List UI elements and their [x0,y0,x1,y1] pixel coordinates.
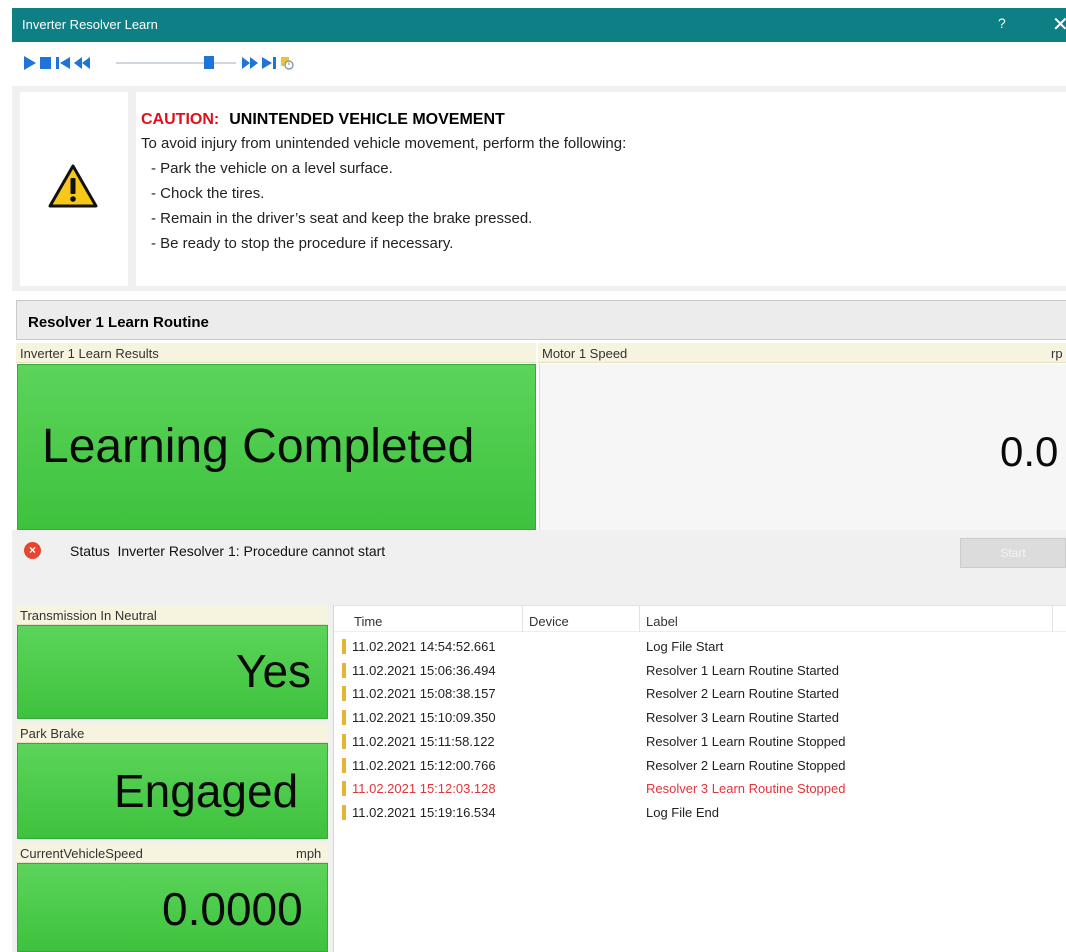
caution-prefix: CAUTION: [141,111,220,128]
log-time: 11.02.2021 15:08:38.157 [352,686,496,702]
motor-speed-value: 0.0 [1000,428,1059,475]
routine-title: Resolver 1 Learn Routine [16,300,1066,340]
log-flag-icon [342,662,346,678]
caution-item: Remain in the driver’s seat and keep the… [141,206,1066,231]
caution-text-box: CAUTION: UNINTENDED VEHICLE MOVEMENT To a… [136,92,1066,286]
error-icon: × [24,542,41,559]
log-flag-icon [342,686,346,702]
close-button[interactable]: ✕ [1052,12,1066,37]
playback-toolbar [12,42,1066,86]
log-time: 11.02.2021 15:12:00.766 [352,757,496,773]
motor-speed-panel: 0.0 [539,364,1066,530]
log-time: 11.02.2021 15:12:03.128 [352,781,496,797]
caution-panel: CAUTION: UNINTENDED VEHICLE MOVEMENT To a… [12,86,1066,291]
skip-forward-icon[interactable] [262,56,276,70]
column-device[interactable]: Device [529,614,569,629]
caution-title: UNINTENDED VEHICLE MOVEMENT [229,111,505,128]
status-message: Inverter Resolver 1: Procedure cannot st… [117,543,386,559]
column-time[interactable]: Time [354,614,382,629]
log-flag-icon [342,757,346,773]
inverter-results-label: Inverter 1 Learn Results [16,343,536,363]
column-label[interactable]: Label [646,614,678,629]
table-row[interactable]: 11.02.2021 14:54:52.661 Log File Start [334,637,1066,660]
log-label: Resolver 3 Learn Routine Stopped [646,781,846,797]
log-flag-icon [342,639,346,654]
vehicle-speed-panel: 0.0000 [17,863,328,952]
log-time: 11.02.2021 15:11:58.122 [352,733,495,749]
transmission-label: Transmission In Neutral [16,605,328,625]
caution-list: Park the vehicle on a level surface. Cho… [141,156,1066,256]
caution-item: Be ready to stop the procedure if necess… [141,231,1066,256]
help-button[interactable]: ? [998,15,1006,31]
table-row[interactable]: 11.02.2021 15:06:36.494 Resolver 1 Learn … [334,661,1066,684]
title-bar: Inverter Resolver Learn ? ✕ [12,8,1066,42]
vehicle-speed-unit: mph [296,846,322,861]
status-row: × Status Inverter Resolver 1: Procedure … [12,530,1066,605]
log-flag-icon [342,804,346,820]
playback-slider-thumb[interactable] [204,56,214,69]
inverter-results-panel: Learning Completed [17,364,536,530]
log-label: Resolver 1 Learn Routine Started [646,662,839,678]
caution-heading: CAUTION: UNINTENDED VEHICLE MOVEMENT [141,111,1066,129]
log-label: Resolver 3 Learn Routine Started [646,710,839,726]
log-label: Resolver 2 Learn Routine Stopped [646,757,846,773]
table-row[interactable]: 11.02.2021 15:10:09.350 Resolver 3 Learn … [334,708,1066,731]
log-label: Resolver 2 Learn Routine Started [646,686,839,702]
log-time: 11.02.2021 15:19:16.534 [352,804,496,820]
fast-forward-icon[interactable] [242,56,258,70]
stop-icon[interactable] [40,56,52,70]
column-separator [1052,606,1053,632]
log-label: Resolver 1 Learn Routine Stopped [646,733,846,749]
vehicle-speed-title: CurrentVehicleSpeed [20,846,143,861]
start-button[interactable]: Start [960,538,1066,568]
log-header: Time Device Label [334,606,1066,632]
motor-speed-title: Motor 1 Speed [542,346,628,361]
log-time: 11.02.2021 14:54:52.661 [352,639,496,654]
inverter-results-value: Learning Completed [42,420,475,473]
log-flag-icon [342,733,346,749]
caution-item: Park the vehicle on a level surface. [141,156,1066,181]
vehicle-speed-value: 0.0000 [162,883,303,935]
log-label: Log File End [646,804,719,820]
log-time: 11.02.2021 15:06:36.494 [352,662,496,678]
column-separator [639,606,640,632]
status-text: Status Inverter Resolver 1: Procedure ca… [70,543,385,559]
table-row[interactable]: 11.02.2021 15:19:16.534 Log File End [334,803,1066,826]
table-row[interactable]: 11.02.2021 15:12:03.128 Resolver 3 Learn … [334,779,1066,802]
skip-back-icon[interactable] [56,56,70,70]
park-brake-value: Engaged [114,765,299,817]
settings-clock-icon[interactable] [280,56,294,70]
status-label: Status [70,543,110,559]
motor-speed-label: Motor 1 Speed rp [538,343,1066,363]
vehicle-speed-label: CurrentVehicleSpeed mph [16,843,328,863]
park-brake-label: Park Brake [16,723,328,743]
event-log[interactable]: Time Device Label 11.02.2021 14:54:52.66… [333,605,1066,952]
caution-item: Chock the tires. [141,181,1066,206]
log-flag-icon [342,781,346,797]
warning-icon-box [20,92,128,286]
rewind-icon[interactable] [74,56,90,70]
log-time: 11.02.2021 15:10:09.350 [352,710,496,726]
park-brake-panel: Engaged [17,743,328,839]
transmission-value: Yes [236,645,312,697]
motor-speed-unit: rp [1051,346,1063,361]
caution-intro: To avoid injury from unintended vehicle … [141,135,627,152]
transmission-panel: Yes [17,625,328,719]
table-row[interactable]: 11.02.2021 15:08:38.157 Resolver 2 Learn … [334,684,1066,707]
log-label: Log File Start [646,639,724,654]
column-separator [522,606,523,632]
window-title: Inverter Resolver Learn [22,17,158,32]
table-row[interactable]: 11.02.2021 15:12:00.766 Resolver 2 Learn … [334,756,1066,779]
table-row[interactable]: 11.02.2021 15:11:58.122 Resolver 1 Learn … [334,732,1066,755]
play-icon[interactable] [24,56,36,70]
log-flag-icon [342,710,346,726]
playback-slider-track[interactable] [116,62,236,64]
warning-triangle-icon [48,164,98,208]
